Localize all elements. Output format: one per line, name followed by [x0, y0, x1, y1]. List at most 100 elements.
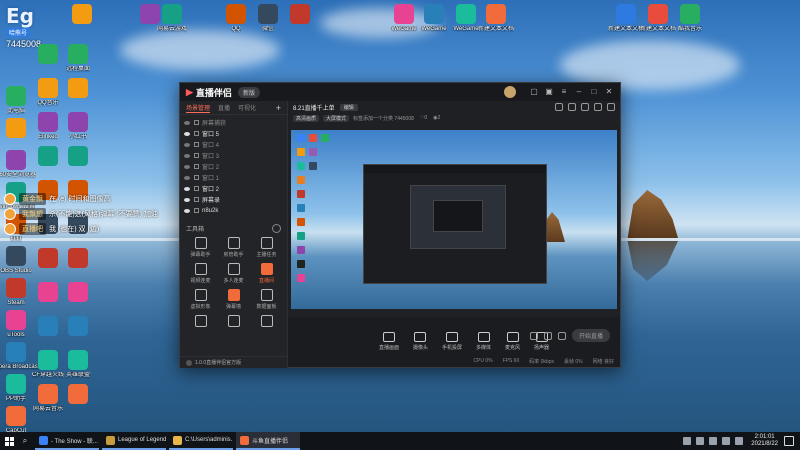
lock-icon[interactable] — [194, 186, 199, 191]
stream-preview[interactable] — [291, 130, 617, 316]
skin-icon[interactable]: ▣ — [544, 87, 554, 97]
lock-icon[interactable] — [194, 153, 199, 158]
tool-button[interactable] — [184, 315, 217, 329]
eye-icon[interactable] — [184, 186, 190, 191]
desktop-icon[interactable] — [56, 78, 100, 100]
desktop-icon[interactable] — [56, 384, 100, 406]
lock-icon[interactable] — [555, 103, 563, 111]
chat-username: 黄金飘 — [19, 193, 46, 205]
eye-icon[interactable] — [184, 197, 190, 202]
lock-icon[interactable] — [194, 208, 199, 213]
tool-button[interactable]: 多人连麦 — [217, 263, 250, 284]
tool-button[interactable]: 视频连麦 — [184, 263, 217, 284]
maximize-icon[interactable]: □ — [589, 87, 599, 97]
layout-toggle-icon[interactable] — [544, 332, 552, 340]
start-live-button[interactable]: 开始直播 — [572, 329, 610, 342]
add-scene-icon[interactable]: + — [276, 103, 281, 113]
eye-icon[interactable] — [184, 208, 190, 213]
taskbar-app[interactable]: - The Show - 联... — [35, 432, 99, 450]
scene-item[interactable]: 屏幕捕获 — [184, 117, 283, 128]
taskbar-app[interactable]: League of Legends — [102, 432, 166, 450]
lock-icon[interactable] — [194, 142, 199, 147]
source-control[interactable]: 麦克风 — [505, 332, 520, 351]
layout-icon[interactable] — [568, 103, 576, 111]
tool-button[interactable]: 房管助手 — [217, 237, 250, 258]
eye-icon[interactable] — [184, 164, 190, 169]
scene-item[interactable]: 窗口 2 — [184, 183, 283, 194]
desktop-icon[interactable] — [56, 316, 100, 338]
tab-visual[interactable]: 可视化 — [238, 103, 256, 112]
tool-button[interactable]: 数据面板 — [250, 289, 283, 310]
desktop-icon[interactable] — [56, 146, 100, 168]
volume-icon[interactable] — [722, 437, 731, 445]
desktop-icon[interactable]: 英雄联盟 — [56, 350, 100, 379]
notification-icon[interactable] — [784, 436, 794, 446]
lock-icon[interactable] — [194, 175, 199, 180]
tool-button[interactable]: 弹幕墙 — [217, 289, 250, 310]
desktop-icon[interactable]: 网易云游戏 — [150, 4, 194, 33]
gear-icon[interactable] — [272, 224, 281, 233]
edit-title-button[interactable]: 编辑 — [339, 103, 358, 111]
taskbar-app-label: C:\Users\adminis... — [185, 437, 233, 443]
start-button[interactable] — [0, 432, 18, 450]
search-icon[interactable]: ⌕ — [18, 434, 32, 448]
tool-button[interactable]: 直播间 — [250, 263, 283, 284]
tool-button[interactable]: 弹幕助手 — [184, 237, 217, 258]
eye-icon[interactable] — [184, 175, 190, 180]
scene-item[interactable]: 窗口 3 — [184, 150, 283, 161]
app-titlebar[interactable]: ▶ 直播伴侣 新版 ▢ ▣ ≡ – □ ✕ — [180, 83, 620, 101]
eye-icon[interactable] — [184, 153, 190, 158]
eye-icon[interactable] — [184, 131, 190, 136]
desktop-icon[interactable] — [56, 248, 100, 270]
lock-icon[interactable] — [194, 120, 199, 125]
desktop-icon[interactable] — [60, 4, 104, 26]
menu-icon[interactable]: ≡ — [559, 87, 569, 97]
taskbar-app[interactable]: C:\Users\adminis... — [169, 432, 233, 450]
mode-chip[interactable]: 大屏模式 — [323, 114, 350, 122]
tab-live[interactable]: 直播 — [218, 103, 230, 112]
source-control[interactable]: 直播画面 — [379, 332, 399, 351]
scene-item[interactable]: 窗口 5 — [184, 128, 283, 139]
scene-item[interactable]: 屏幕录 — [184, 194, 283, 205]
minimize-icon[interactable]: – — [574, 87, 584, 97]
eye-icon[interactable] — [184, 120, 190, 125]
source-control[interactable]: 摄像头 — [413, 332, 428, 351]
settings-icon[interactable] — [558, 332, 566, 340]
tab-scenes[interactable]: 场景管理 — [186, 103, 211, 113]
clock[interactable]: 2:01:01 2021/8/22 — [751, 434, 778, 448]
version-badge[interactable]: 新版 — [237, 86, 260, 98]
user-avatar[interactable] — [504, 86, 516, 98]
scene-item[interactable]: 窗口 2 — [184, 161, 283, 172]
quality-chip[interactable]: 高清画质 — [293, 114, 320, 122]
bell-icon[interactable] — [594, 103, 602, 111]
desktop-icon[interactable]: 远程桌面 — [56, 44, 100, 73]
record-icon[interactable] — [581, 103, 589, 111]
input-method-icon[interactable] — [735, 437, 744, 445]
message-icon[interactable]: ▢ — [529, 87, 539, 97]
scene-item[interactable]: 窗口 1 — [184, 172, 283, 183]
close-icon[interactable]: ✕ — [604, 87, 614, 97]
scene-item[interactable]: 窗口 4 — [184, 139, 283, 150]
camera-toggle-icon[interactable] — [530, 332, 538, 340]
network-icon[interactable] — [709, 437, 718, 445]
desktop-icon[interactable]: 小红书 — [56, 112, 100, 141]
tool-button[interactable]: 主播任务 — [250, 237, 283, 258]
desktop-icon[interactable]: 酷我音乐 — [668, 4, 712, 33]
tray-app-icon[interactable] — [696, 437, 705, 445]
desktop-icon[interactable] — [278, 4, 322, 26]
eye-icon[interactable] — [184, 142, 190, 147]
lock-icon[interactable] — [194, 197, 199, 202]
tool-button[interactable] — [250, 315, 283, 329]
lock-icon[interactable] — [194, 131, 199, 136]
lock-icon[interactable] — [194, 164, 199, 169]
desktop-icon[interactable] — [56, 282, 100, 304]
desktop-icon[interactable]: 新建文本文档 — [474, 4, 518, 33]
tool-button[interactable] — [217, 315, 250, 329]
tray-app-icon[interactable] — [683, 437, 692, 445]
taskbar-app[interactable]: 斗鱼直播伴侣 — [236, 432, 300, 450]
scene-item[interactable]: n8u2k — [184, 205, 283, 216]
source-control[interactable]: 多媒体 — [476, 332, 491, 351]
tool-button[interactable]: 虚拟形象 — [184, 289, 217, 310]
source-control[interactable]: 手机投屏 — [442, 332, 462, 351]
share-icon[interactable] — [607, 103, 615, 111]
